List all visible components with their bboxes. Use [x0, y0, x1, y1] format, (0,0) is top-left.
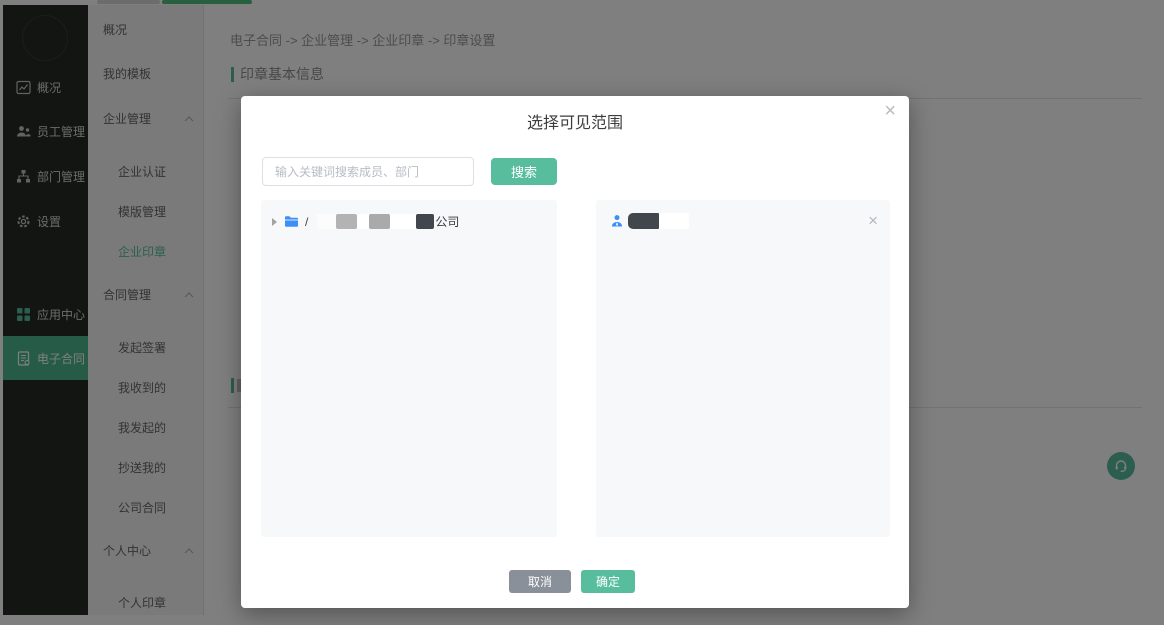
selected-member-row: ×: [596, 200, 890, 229]
tree-item-text: 公司: [435, 213, 459, 230]
page: 概况 员工管理 部门管理 设置 应用中心: [0, 0, 1164, 625]
redacted-text: [628, 213, 659, 229]
modal-title: 选择可见范围: [241, 109, 909, 133]
tree-item-company[interactable]: / 公司: [261, 200, 557, 230]
org-tree-panel: / 公司: [261, 200, 557, 537]
visibility-scope-modal: 选择可见范围 × 搜索 / 公司: [241, 96, 909, 608]
tree-item-text: /: [305, 215, 308, 229]
redacted-text: [369, 214, 390, 229]
redacted-text: [416, 214, 434, 229]
redacted-text: [357, 214, 369, 229]
folder-icon: [284, 215, 299, 228]
expand-arrow-icon[interactable]: [272, 218, 277, 226]
person-icon: [610, 214, 624, 228]
selected-members-panel: ×: [596, 200, 890, 537]
redacted-text: [336, 214, 357, 229]
confirm-button[interactable]: 确定: [581, 570, 635, 593]
search-input[interactable]: [262, 157, 474, 186]
close-icon[interactable]: ×: [884, 101, 896, 121]
remove-icon[interactable]: ×: [868, 212, 878, 229]
redacted-text: [317, 214, 336, 229]
cancel-button[interactable]: 取消: [509, 570, 571, 593]
redacted-text: [390, 214, 416, 229]
search-button[interactable]: 搜索: [491, 158, 557, 185]
redacted-text: [659, 213, 689, 229]
